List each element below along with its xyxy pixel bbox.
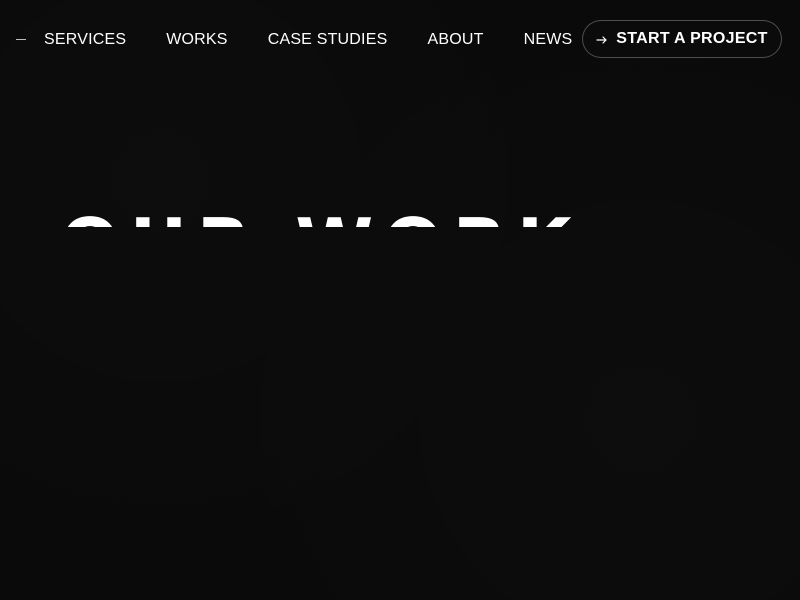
nav-item-about[interactable]: ABOUT: [427, 30, 483, 50]
hero-title: OUR WORK: [60, 209, 580, 227]
dash-icon[interactable]: [16, 39, 26, 40]
page-background: [0, 0, 800, 600]
main-nav: SERVICES WORKS CASE STUDIES ABOUT NEWS: [44, 30, 572, 50]
nav-item-case-studies[interactable]: CASE STUDIES: [268, 30, 388, 50]
nav-item-services[interactable]: SERVICES: [44, 30, 126, 50]
hero-title-mask: OUR WORK: [60, 205, 580, 227]
arrow-right-icon: [596, 34, 608, 46]
site-header: SERVICES WORKS CASE STUDIES ABOUT NEWS S…: [0, 0, 800, 80]
nav-item-news[interactable]: NEWS: [524, 30, 573, 50]
start-project-label: START A PROJECT: [616, 30, 768, 47]
nav-item-works[interactable]: WORKS: [166, 30, 227, 50]
start-project-button[interactable]: START A PROJECT: [582, 20, 782, 58]
